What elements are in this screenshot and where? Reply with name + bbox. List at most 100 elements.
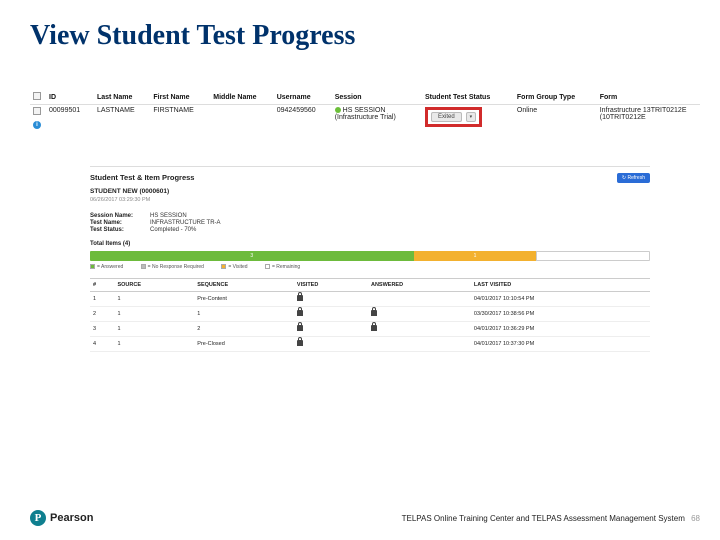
col-id: ID — [46, 90, 94, 105]
col-middle-name: Middle Name — [210, 90, 273, 105]
refresh-button[interactable]: ↻ Refresh — [617, 173, 650, 183]
test-status-key: Test Status: — [90, 227, 150, 233]
grid-row[interactable]: i 00099501 LASTNAME FIRSTNAME 0942459560… — [30, 105, 700, 132]
test-name-value: INFRASTRUCTURE TR-A — [150, 220, 221, 226]
cell-status: Exited ▾ — [422, 105, 514, 132]
detail-fields: Session Name: HS SESSION Test Name: INFR… — [90, 213, 650, 233]
detail-panel-title: Student Test & Item Progress — [90, 173, 194, 182]
session-status-dot-icon — [335, 107, 341, 113]
cell-form: Infrastructure 13TRIT0212E (10TRIT0212E — [597, 105, 700, 132]
item-last-visited: 04/01/2017 10:36:29 PM — [471, 322, 650, 337]
page-title: View Student Test Progress — [0, 0, 720, 52]
session-name-key: Session Name: — [90, 213, 150, 219]
item-visited — [294, 337, 368, 352]
item-row: 21103/30/2017 10:38:56 PM — [90, 307, 650, 322]
item-n: 1 — [90, 292, 114, 307]
footer-caption-text: TELPAS Online Training Center and TELPAS… — [402, 514, 685, 523]
legend-remaining-icon — [265, 264, 270, 269]
grid-header-row: ID Last Name First Name Middle Name User… — [30, 90, 700, 105]
legend-visited: = Visited — [228, 264, 247, 270]
item-visited — [294, 307, 368, 322]
item-n: 2 — [90, 307, 114, 322]
item-answered — [368, 292, 471, 307]
itemcol-answered: ANSWERED — [368, 279, 471, 292]
legend-no-response: = No Response Required — [148, 264, 204, 270]
lock-icon — [371, 310, 377, 316]
items-heading: Total Items (4) — [90, 241, 650, 247]
progress-legend: = Answered = No Response Required = Visi… — [90, 264, 650, 270]
lock-icon — [297, 295, 303, 301]
item-sequence: Pre-Content — [194, 292, 294, 307]
legend-answered: = Answered — [97, 264, 123, 270]
page-number: 68 — [691, 514, 700, 523]
cell-username: 0942459560 — [274, 105, 332, 132]
item-source: 1 — [114, 292, 194, 307]
col-student-test-status: Student Test Status — [422, 90, 514, 105]
row-checkbox[interactable] — [33, 107, 41, 115]
col-session: Session — [332, 90, 422, 105]
item-row: 31204/01/2017 10:36:29 PM — [90, 322, 650, 337]
col-username: Username — [274, 90, 332, 105]
item-table: # SOURCE SEQUENCE VISITED ANSWERED LAST … — [90, 278, 650, 352]
item-last-visited: 04/01/2017 10:10:54 PM — [471, 292, 650, 307]
itemcol-num: # — [90, 279, 114, 292]
progress-remaining-segment — [536, 251, 650, 261]
itemcol-sequence: SEQUENCE — [194, 279, 294, 292]
cell-id: 00099501 — [46, 105, 94, 132]
detail-panel: Student Test & Item Progress STUDENT NEW… — [90, 166, 650, 352]
col-form: Form — [597, 90, 700, 105]
lock-icon — [297, 310, 303, 316]
status-dropdown-toggle[interactable]: ▾ — [466, 112, 477, 122]
progress-bar: 3 1 — [90, 251, 650, 261]
session-name-value: HS SESSION — [150, 213, 187, 219]
item-row: 41Pre-Closed04/01/2017 10:37:30 PM — [90, 337, 650, 352]
item-visited — [294, 322, 368, 337]
col-last-name: Last Name — [94, 90, 150, 105]
item-answered — [368, 337, 471, 352]
lock-icon — [297, 325, 303, 331]
item-answered — [368, 322, 471, 337]
pearson-logo: P Pearson — [30, 510, 93, 526]
select-all-checkbox[interactable] — [33, 92, 41, 100]
cell-middle-name — [210, 105, 273, 132]
itemcol-last-visited: LAST VISITED — [471, 279, 650, 292]
itemcol-source: SOURCE — [114, 279, 194, 292]
test-name-key: Test Name: — [90, 220, 150, 226]
progress-visited-segment: 1 — [414, 251, 537, 261]
footer: P Pearson TELPAS Online Training Center … — [30, 510, 700, 526]
pearson-logo-icon: P — [30, 510, 46, 526]
item-source: 1 — [114, 307, 194, 322]
content-area: ID Last Name First Name Middle Name User… — [30, 90, 700, 352]
status-highlight-box: Exited ▾ — [425, 107, 482, 127]
item-sequence: 2 — [194, 322, 294, 337]
test-status-value: Completed - 70% — [150, 227, 196, 233]
item-row: 11Pre-Content04/01/2017 10:10:54 PM — [90, 292, 650, 307]
lock-icon — [297, 340, 303, 346]
footer-caption: TELPAS Online Training Center and TELPAS… — [402, 514, 700, 523]
item-last-visited: 04/01/2017 10:37:30 PM — [471, 337, 650, 352]
legend-visited-icon — [221, 264, 226, 269]
lock-icon — [371, 325, 377, 331]
refresh-button-label: Refresh — [627, 175, 645, 181]
item-source: 1 — [114, 337, 194, 352]
cell-session: HS SESSION (Infrastructure Trial) — [332, 105, 422, 132]
item-answered — [368, 307, 471, 322]
detail-student-label: STUDENT NEW (0000601) — [90, 188, 194, 195]
progress-answered-segment: 3 — [90, 251, 414, 261]
item-visited — [294, 292, 368, 307]
detail-timestamp: 06/26/2017 03:29:30 PM — [90, 197, 194, 203]
legend-answered-icon — [90, 264, 95, 269]
legend-no-response-icon — [141, 264, 146, 269]
cell-session-text: HS SESSION (Infrastructure Trial) — [335, 107, 396, 121]
info-icon[interactable]: i — [33, 121, 41, 129]
item-n: 3 — [90, 322, 114, 337]
status-badge[interactable]: Exited — [431, 112, 462, 122]
item-sequence: 1 — [194, 307, 294, 322]
pearson-logo-text: Pearson — [50, 512, 93, 524]
item-sequence: Pre-Closed — [194, 337, 294, 352]
cell-form-group-type: Online — [514, 105, 597, 132]
col-form-group-type: Form Group Type — [514, 90, 597, 105]
student-grid: ID Last Name First Name Middle Name User… — [30, 90, 700, 131]
itemcol-visited: VISITED — [294, 279, 368, 292]
col-first-name: First Name — [150, 90, 210, 105]
